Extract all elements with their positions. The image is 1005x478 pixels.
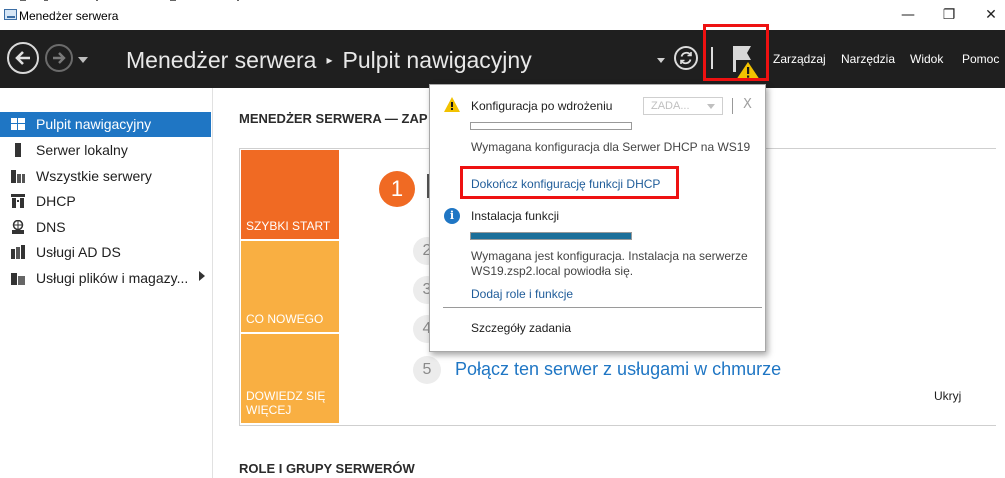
- header-dropdown-icon[interactable]: [657, 58, 665, 63]
- chevron-down-icon: [707, 104, 715, 109]
- title-bar-top-edge: [0, 0, 260, 2]
- task2-message-line2: WS19.zsp2.local powiodła się.: [471, 264, 634, 278]
- sidebar-item-label: Serwer lokalny: [36, 142, 128, 158]
- task-dropdown-label: ZADA...: [651, 100, 690, 112]
- task2-progress-bar: [470, 232, 632, 240]
- title-bar: Menedżer serwera — ❐ ✕: [0, 0, 1005, 30]
- vertical-scrollbar[interactable]: [996, 95, 1005, 478]
- sidebar-item-label: DHCP: [36, 193, 76, 209]
- step-5-number: 5: [413, 356, 441, 384]
- minimize-button[interactable]: —: [893, 4, 923, 26]
- tile-label: CO NOWEGO: [246, 312, 324, 326]
- close-button[interactable]: ✕: [976, 4, 1005, 26]
- flag-highlight-box: [703, 24, 769, 81]
- connect-cloud-link[interactable]: Połącz ten serwer z usługami w chmurze: [455, 359, 781, 380]
- popup-separator: [732, 98, 733, 114]
- notifications-popup: Konfiguracja po wdrożeniu ZADA... X Wyma…: [429, 84, 766, 352]
- warning-icon: [444, 97, 460, 112]
- server-manager-app-icon: [4, 9, 17, 20]
- expand-arrow-icon[interactable]: [199, 271, 205, 281]
- dhcp-link-highlight-box: [460, 166, 679, 199]
- menu-help[interactable]: Pomoc: [962, 52, 999, 66]
- task2-message-line1: Wymagana jest konfiguracja. Instalacja n…: [471, 249, 748, 263]
- sidebar: Pulpit nawigacyjny Serwer lokalny Wszyst…: [0, 88, 213, 478]
- welcome-title: MENEDŻER SERWERA — ZAP: [239, 111, 428, 126]
- forward-button[interactable]: [45, 44, 73, 72]
- dashboard-icon: [11, 118, 25, 130]
- file-services-icon: [11, 273, 25, 285]
- sidebar-item-file-services[interactable]: Usługi plików i magazy...: [0, 266, 211, 291]
- breadcrumb-app[interactable]: Menedżer serwera: [126, 47, 316, 73]
- breadcrumb-page: Pulpit nawigacyjny: [342, 47, 532, 73]
- breadcrumb-separator-icon: ▸: [326, 53, 333, 67]
- dns-icon: [12, 220, 24, 234]
- tile-learn-more[interactable]: DOWIEDZ SIĘ WIĘCEJ: [241, 334, 339, 423]
- sidebar-item-label: Pulpit nawigacyjny: [36, 116, 152, 132]
- sidebar-item-label: Usługi AD DS: [36, 244, 121, 260]
- dismiss-button[interactable]: X: [743, 97, 752, 112]
- info-icon: i: [444, 208, 460, 224]
- menu-tools[interactable]: Narzędzia: [841, 52, 895, 66]
- window-title: Menedżer serwera: [19, 9, 119, 23]
- history-dropdown-icon[interactable]: [78, 57, 88, 63]
- task1-title: Konfiguracja po wdrożeniu: [471, 99, 613, 113]
- task2-title: Instalacja funkcji: [471, 209, 560, 223]
- back-button[interactable]: [7, 42, 39, 74]
- tile-quick-start[interactable]: SZYBKI START: [241, 150, 339, 239]
- back-arrow-icon: [15, 51, 30, 65]
- dhcp-icon: [11, 194, 25, 208]
- sidebar-item-label: Wszystkie serwery: [36, 168, 152, 184]
- refresh-button[interactable]: [674, 46, 698, 70]
- task1-message: Wymagana konfiguracja dla Serwer DHCP na…: [471, 140, 751, 154]
- step-1-number: 1: [379, 171, 415, 207]
- breadcrumb: Menedżer serwera ▸ Pulpit nawigacyjny: [126, 47, 532, 74]
- ad-ds-icon: [11, 245, 25, 259]
- sidebar-item-all-servers[interactable]: Wszystkie serwery: [0, 164, 211, 189]
- menu-manage[interactable]: Zarządzaj: [773, 52, 826, 66]
- server-icon: [15, 143, 21, 157]
- add-roles-features-link[interactable]: Dodaj role i funkcje: [471, 287, 573, 301]
- task-details-link[interactable]: Szczegóły zadania: [471, 321, 571, 335]
- forward-arrow-icon: [53, 52, 66, 64]
- servers-icon: [11, 170, 25, 183]
- maximize-button[interactable]: ❐: [934, 4, 964, 26]
- refresh-icon: [680, 51, 692, 65]
- sidebar-item-local-server[interactable]: Serwer lokalny: [0, 138, 211, 163]
- sidebar-item-dashboard[interactable]: Pulpit nawigacyjny: [0, 112, 211, 137]
- tile-label: DOWIEDZ SIĘ WIĘCEJ: [246, 389, 326, 417]
- sidebar-item-label: Usługi plików i magazy...: [36, 270, 189, 286]
- sidebar-item-label: DNS: [36, 219, 66, 235]
- menu-view[interactable]: Widok: [910, 52, 943, 66]
- sidebar-item-dhcp[interactable]: DHCP: [0, 189, 211, 214]
- roles-groups-title: ROLE I GRUPY SERWERÓW: [239, 461, 415, 476]
- task-dropdown[interactable]: ZADA...: [643, 97, 723, 115]
- tile-label: SZYBKI START: [246, 219, 331, 233]
- task1-progress-bar: [470, 122, 632, 130]
- tile-whats-new[interactable]: CO NOWEGO: [241, 241, 339, 332]
- sidebar-item-dns[interactable]: DNS: [0, 215, 211, 240]
- sidebar-item-ad-ds[interactable]: Usługi AD DS: [0, 240, 211, 265]
- app-header: Menedżer serwera ▸ Pulpit nawigacyjny Zarz…: [0, 24, 1005, 88]
- hide-link[interactable]: Ukryj: [934, 389, 961, 403]
- popup-divider: [443, 307, 762, 308]
